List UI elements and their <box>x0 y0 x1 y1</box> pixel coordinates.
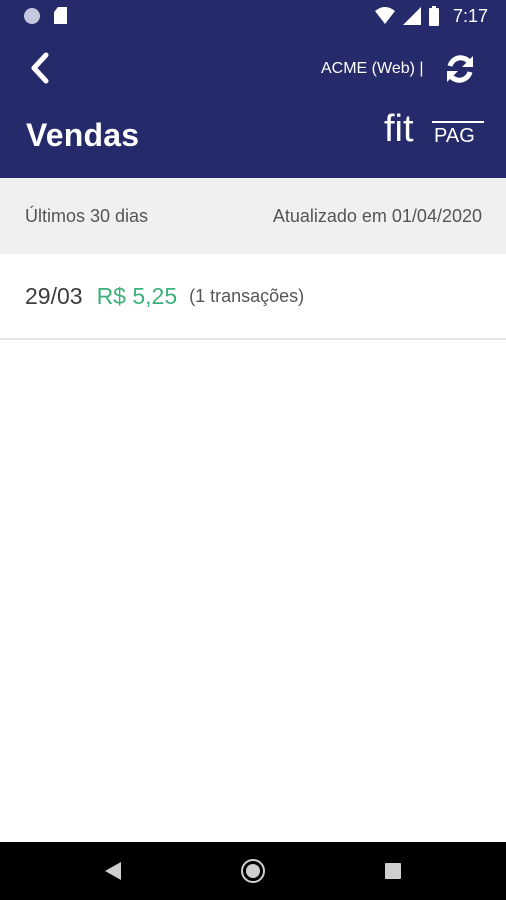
logo-text-main: fit <box>384 108 414 150</box>
logo-text-sub: PAG <box>434 125 475 147</box>
page-title: Vendas <box>26 117 140 153</box>
sale-date: 29/03 <box>25 282 83 309</box>
sale-amount: R$ 5,25 <box>96 282 178 309</box>
chevron-left-icon <box>31 52 49 84</box>
nav-recents-button[interactable] <box>378 856 408 886</box>
circle-home-icon <box>241 859 265 883</box>
account-label: ACME (Web) | <box>321 60 424 77</box>
app-bar: ACME (Web) | Vendas fit PAG <box>0 32 506 178</box>
sale-transaction-count: (1 transações) <box>189 285 305 306</box>
system-nav-bar <box>0 842 506 900</box>
triangle-back-icon <box>105 862 121 880</box>
sync-icon <box>447 55 473 83</box>
back-button[interactable] <box>22 50 58 86</box>
battery-icon <box>428 6 439 26</box>
signal-icon <box>402 7 421 25</box>
notification-dot-icon <box>24 7 40 24</box>
period-header: Últimos 30 dias Atualizado em 01/04/2020 <box>0 178 506 254</box>
updated-date: Atualizado em 01/04/2020 <box>272 206 482 226</box>
status-bar-left <box>24 7 67 24</box>
nav-home-button[interactable] <box>238 856 268 886</box>
square-recents-icon <box>385 863 401 879</box>
status-bar-right: 7:17 <box>374 5 488 27</box>
period-range: Últimos 30 dias <box>25 206 149 226</box>
wifi-icon <box>374 7 395 24</box>
fitpag-logo: fit PAG <box>384 108 484 150</box>
status-bar: 7:17 <box>0 0 506 32</box>
sales-row[interactable]: 29/03 R$ 5,25 (1 transações) <box>0 254 506 340</box>
nav-back-button[interactable] <box>98 856 128 886</box>
sd-card-icon <box>54 7 67 24</box>
refresh-button[interactable] <box>440 49 480 89</box>
status-time: 7:17 <box>452 6 488 26</box>
